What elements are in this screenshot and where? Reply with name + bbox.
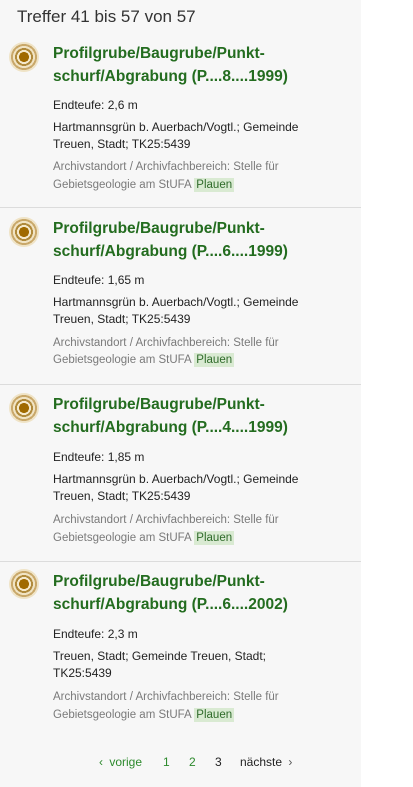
result-item: Profilgrube/Baugrube/Punkt- schurf/Abgra…	[0, 562, 361, 738]
result-title-line: schurf/Abgrabung (P....6....2002)	[53, 596, 288, 613]
result-title-link[interactable]: Profilgrube/Baugrube/Punkt- schurf/Abgra…	[53, 570, 353, 616]
location-marker-icon[interactable]	[9, 569, 39, 599]
result-depth: Endteufe: 1,65 m	[53, 273, 145, 287]
result-location-line: Treuen, Stadt; TK25:5439	[53, 137, 191, 151]
result-item: Profilgrube/Baugrube/Punkt- schurf/Abgra…	[0, 208, 361, 385]
result-archive-line: Gebietsgeologie am StUFA Plauen	[53, 351, 235, 369]
result-location-line: Treuen, Stadt; TK25:5439	[53, 312, 191, 326]
archive-highlight: Plauen	[194, 353, 235, 367]
next-page-link[interactable]: nächste ›	[240, 753, 292, 771]
result-depth: Endteufe: 1,85 m	[53, 450, 145, 464]
result-archive-line: Archivstandort / Archivfachbereich: Stel…	[53, 691, 279, 703]
result-archive-line: Archivstandort / Archivfachbereich: Stel…	[53, 337, 279, 349]
archive-location-text: Gebietsgeologie am StUFA	[53, 709, 192, 721]
prev-page-label: vorige	[109, 755, 143, 769]
archive-highlight: Plauen	[194, 178, 235, 192]
chevron-right-icon: ›	[288, 755, 293, 769]
pagination: ‹ vorige 1 2 3 nächste ›	[0, 753, 361, 771]
result-title-line: Profilgrube/Baugrube/Punkt-	[53, 220, 265, 237]
result-depth: Endteufe: 2,3 m	[53, 627, 138, 641]
result-location-line: Hartmannsgrün b. Auerbach/Vogtl.; Gemein…	[53, 472, 299, 486]
result-title-link[interactable]: Profilgrube/Baugrube/Punkt- schurf/Abgra…	[53, 217, 353, 263]
results-count-heading: Treffer 41 bis 57 von 57	[17, 7, 196, 26]
result-title-line: schurf/Abgrabung (P....6....1999)	[53, 243, 288, 260]
next-page-label: nächste	[240, 755, 283, 769]
page-link-1[interactable]: 1	[163, 753, 170, 771]
current-page: 3	[215, 755, 222, 769]
result-archive-line: Gebietsgeologie am StUFA Plauen	[53, 706, 235, 724]
result-location-line: TK25:5439	[53, 666, 112, 680]
prev-page-link[interactable]: ‹ vorige	[99, 753, 142, 771]
result-item: Profilgrube/Baugrube/Punkt- schurf/Abgra…	[0, 36, 361, 208]
location-marker-icon[interactable]	[9, 393, 39, 423]
result-title-line: Profilgrube/Baugrube/Punkt-	[53, 45, 265, 62]
result-item: Profilgrube/Baugrube/Punkt- schurf/Abgra…	[0, 385, 361, 562]
result-location-line: Hartmannsgrün b. Auerbach/Vogtl.; Gemein…	[53, 295, 299, 309]
chevron-left-icon: ‹	[99, 755, 103, 769]
result-title-link[interactable]: Profilgrube/Baugrube/Punkt- schurf/Abgra…	[53, 42, 353, 88]
archive-highlight: Plauen	[194, 708, 235, 722]
result-location-line: Hartmannsgrün b. Auerbach/Vogtl.; Gemein…	[53, 120, 299, 134]
result-location-line: Treuen, Stadt; Gemeinde Treuen, Stadt;	[53, 649, 267, 663]
archive-location-text: Gebietsgeologie am StUFA	[53, 179, 192, 191]
result-archive-line: Archivstandort / Archivfachbereich: Stel…	[53, 514, 279, 526]
location-marker-icon[interactable]	[9, 42, 39, 72]
result-archive-line: Gebietsgeologie am StUFA Plauen	[53, 529, 235, 547]
result-title-line: Profilgrube/Baugrube/Punkt-	[53, 396, 265, 413]
location-marker-icon[interactable]	[9, 217, 39, 247]
result-title-link[interactable]: Profilgrube/Baugrube/Punkt- schurf/Abgra…	[53, 393, 353, 439]
page-link-2[interactable]: 2	[189, 753, 196, 771]
result-archive-line: Archivstandort / Archivfachbereich: Stel…	[53, 161, 279, 173]
archive-location-text: Gebietsgeologie am StUFA	[53, 354, 192, 366]
result-title-line: schurf/Abgrabung (P....8....1999)	[53, 68, 288, 85]
results-panel: Treffer 41 bis 57 von 57 Profilgrube/Bau…	[0, 0, 361, 787]
archive-location-text: Gebietsgeologie am StUFA	[53, 532, 192, 544]
result-title-line: schurf/Abgrabung (P....4....1999)	[53, 419, 288, 436]
result-depth: Endteufe: 2,6 m	[53, 98, 138, 112]
result-location-line: Treuen, Stadt; TK25:5439	[53, 489, 191, 503]
archive-highlight: Plauen	[194, 531, 235, 545]
result-title-line: Profilgrube/Baugrube/Punkt-	[53, 573, 265, 590]
result-archive-line: Gebietsgeologie am StUFA Plauen	[53, 176, 235, 194]
